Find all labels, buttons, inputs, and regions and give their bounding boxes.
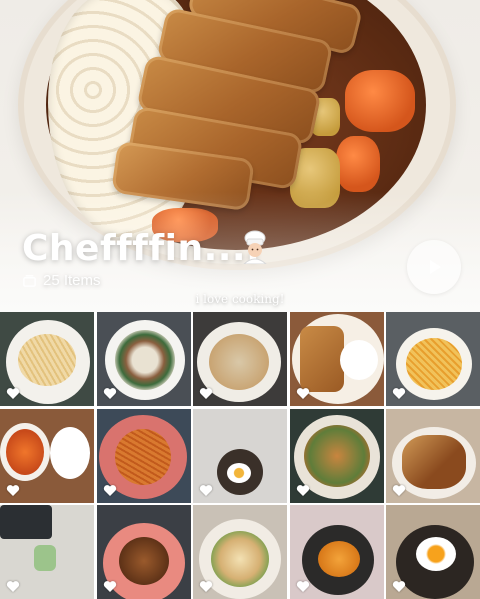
carrot-piece bbox=[345, 70, 415, 132]
heart-icon[interactable] bbox=[392, 387, 406, 400]
braised-meat bbox=[118, 537, 169, 585]
fried-rice bbox=[209, 334, 269, 390]
photo-tile[interactable] bbox=[289, 312, 384, 406]
photo-tile[interactable] bbox=[289, 408, 384, 503]
photo-tile[interactable] bbox=[0, 408, 94, 503]
heart-icon[interactable] bbox=[392, 484, 406, 497]
photo-tile[interactable] bbox=[386, 505, 480, 599]
noodle-soup bbox=[211, 531, 269, 587]
rice bbox=[339, 340, 378, 380]
carrot-piece bbox=[336, 136, 380, 192]
udon-bowl bbox=[114, 330, 175, 390]
pasta bbox=[18, 334, 76, 386]
omurice bbox=[317, 541, 360, 577]
items-count-row: 25 Items bbox=[22, 272, 101, 289]
heart-icon[interactable] bbox=[296, 484, 310, 497]
heart-icon[interactable] bbox=[199, 484, 213, 497]
chef-emoji-icon bbox=[243, 230, 267, 264]
photo-tile[interactable] bbox=[96, 312, 191, 406]
drink bbox=[34, 545, 56, 571]
heart-icon[interactable] bbox=[6, 484, 20, 497]
photo-tile[interactable] bbox=[386, 312, 480, 406]
stack-icon bbox=[23, 275, 36, 287]
heart-icon[interactable] bbox=[392, 580, 406, 593]
katsu-rice bbox=[299, 326, 344, 392]
plate bbox=[50, 426, 90, 479]
eggs bbox=[227, 462, 251, 483]
kimchi-stew bbox=[6, 428, 44, 475]
photo-tile[interactable] bbox=[193, 505, 287, 599]
heart-icon[interactable] bbox=[103, 387, 117, 400]
album-title: Cheffffin.... bbox=[22, 228, 261, 269]
photo-tile[interactable] bbox=[0, 312, 94, 406]
heart-icon[interactable] bbox=[296, 387, 310, 400]
photo-tile[interactable] bbox=[96, 505, 191, 599]
stir-fry-noodles bbox=[303, 424, 370, 487]
photo-tile[interactable] bbox=[289, 505, 384, 599]
photo-tile[interactable] bbox=[193, 312, 287, 406]
heart-icon[interactable] bbox=[6, 387, 20, 400]
play-button[interactable] bbox=[407, 240, 461, 294]
album-hero[interactable]: Cheffffin.... 25 Items i love cooking! bbox=[0, 0, 480, 312]
play-icon bbox=[430, 260, 441, 274]
photo-grid bbox=[0, 312, 480, 599]
fried-egg bbox=[416, 537, 456, 571]
laptop bbox=[0, 505, 52, 539]
katsu-curry bbox=[402, 434, 466, 489]
album-subtitle: i love cooking! bbox=[195, 292, 285, 306]
heart-icon[interactable] bbox=[199, 387, 213, 400]
items-count: 25 Items bbox=[43, 272, 101, 289]
heart-icon[interactable] bbox=[296, 580, 310, 593]
photo-tile[interactable] bbox=[96, 408, 191, 503]
photo-tile[interactable] bbox=[0, 505, 94, 599]
heart-icon[interactable] bbox=[103, 580, 117, 593]
photo-tile[interactable] bbox=[386, 408, 480, 503]
photo-tile[interactable] bbox=[193, 408, 287, 503]
heart-icon[interactable] bbox=[6, 580, 20, 593]
heart-icon[interactable] bbox=[103, 484, 117, 497]
carbonara bbox=[406, 338, 462, 390]
spaghetti bbox=[114, 428, 171, 485]
heart-icon[interactable] bbox=[199, 580, 213, 593]
